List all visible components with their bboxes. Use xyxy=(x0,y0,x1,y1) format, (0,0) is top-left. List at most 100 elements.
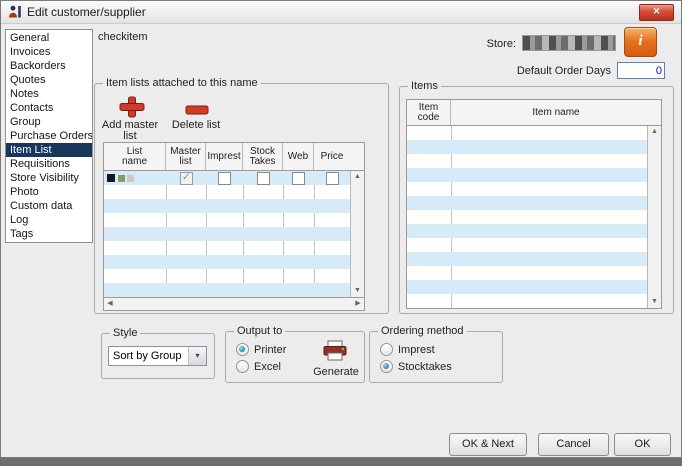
items-group-title: Items xyxy=(408,80,441,92)
sort-dropdown-value: Sort by Group xyxy=(113,350,181,362)
cancel-button[interactable]: Cancel xyxy=(538,433,609,456)
printer-radio-label: Printer xyxy=(254,344,286,356)
ordering-group-title: Ordering method xyxy=(378,325,467,337)
printer-radio[interactable]: Printer xyxy=(236,343,286,356)
master-list-checkbox[interactable] xyxy=(180,172,193,185)
printer-icon xyxy=(322,340,348,362)
sidebar-item-contacts[interactable]: Contacts xyxy=(6,101,92,115)
plus-icon xyxy=(119,96,145,118)
item-lists-groupbox: Item lists attached to this name Add mas… xyxy=(94,83,389,314)
sidebar-item-store-visibility[interactable]: Store Visibility xyxy=(6,171,92,185)
generate-label: Generate xyxy=(310,366,362,378)
col-stock-takes: Stock Takes xyxy=(243,143,283,170)
items-vertical-scrollbar[interactable]: ▲ ▼ xyxy=(647,126,661,308)
chevron-down-icon[interactable]: ▾ xyxy=(188,347,206,365)
col-master-list: Master list xyxy=(166,143,206,170)
empty-row xyxy=(104,283,350,297)
titlebar[interactable]: Edit customer/supplier ✕ xyxy=(1,1,681,24)
sidebar-item-custom-data[interactable]: Custom data xyxy=(6,199,92,213)
item-lists-table: List name Master list Imprest Stock Take… xyxy=(103,142,365,298)
sidebar-item-general[interactable]: General xyxy=(6,31,92,45)
price-checkbox[interactable] xyxy=(326,172,339,185)
radio-icon xyxy=(380,343,393,356)
sidebar-item-tags[interactable]: Tags xyxy=(6,227,92,241)
sidebar-item-quotes[interactable]: Quotes xyxy=(6,73,92,87)
web-checkbox[interactable] xyxy=(292,172,305,185)
lists-vertical-scrollbar[interactable]: ▲ ▼ xyxy=(350,171,364,297)
col-item-name: Item name xyxy=(451,100,661,125)
empty-row xyxy=(407,210,647,224)
empty-row xyxy=(104,199,350,213)
sidebar-item-item-list[interactable]: Item List xyxy=(6,143,92,157)
items-table-body xyxy=(407,126,647,308)
empty-row xyxy=(407,252,647,266)
scroll-up-icon[interactable]: ▲ xyxy=(648,126,661,138)
stocktakes-radio-label: Stocktakes xyxy=(398,361,452,373)
empty-row xyxy=(407,154,647,168)
print-button[interactable] xyxy=(322,340,350,362)
empty-row xyxy=(407,238,647,252)
master-list-row[interactable] xyxy=(104,171,350,185)
excel-radio[interactable]: Excel xyxy=(236,360,281,373)
default-order-days-input[interactable] xyxy=(617,62,665,79)
empty-row xyxy=(407,168,647,182)
empty-row xyxy=(104,227,350,241)
col-list-name: List name xyxy=(104,143,166,170)
window-title: Edit customer/supplier xyxy=(27,5,146,19)
scroll-down-icon[interactable]: ▼ xyxy=(648,296,661,308)
scroll-up-icon[interactable]: ▲ xyxy=(351,171,364,183)
radio-icon xyxy=(236,360,249,373)
empty-row xyxy=(407,224,647,238)
empty-row xyxy=(104,241,350,255)
sidebar-item-invoices[interactable]: Invoices xyxy=(6,45,92,59)
sidebar-item-backorders[interactable]: Backorders xyxy=(6,59,92,73)
empty-row xyxy=(407,182,647,196)
sidebar-item-notes[interactable]: Notes xyxy=(6,87,92,101)
ordering-groupbox: Ordering method Imprest Stocktakes xyxy=(369,331,503,383)
ok-button[interactable]: OK xyxy=(614,433,671,456)
empty-row xyxy=(407,266,647,280)
col-item-code: Item code xyxy=(407,100,451,125)
store-value-redacted xyxy=(522,35,616,51)
delete-list-button[interactable] xyxy=(185,102,209,112)
excel-radio-label: Excel xyxy=(254,361,281,373)
item-lists-group-title: Item lists attached to this name xyxy=(103,77,261,89)
sidebar-item-log[interactable]: Log xyxy=(6,213,92,227)
col-web: Web xyxy=(283,143,314,170)
empty-row xyxy=(104,185,350,199)
sidebar-item-purchase-orders[interactable]: Purchase Orders xyxy=(6,129,92,143)
imprest-checkbox[interactable] xyxy=(218,172,231,185)
info-button[interactable]: i xyxy=(624,27,657,57)
items-table: Item code Item name ▲ xyxy=(406,99,662,309)
stocktakes-radio[interactable]: Stocktakes xyxy=(380,360,452,373)
store-label: Store: xyxy=(459,38,516,50)
redacted-list-name xyxy=(107,174,115,182)
sidebar-item-requisitions[interactable]: Requisitions xyxy=(6,157,92,171)
sidebar-item-group[interactable]: Group xyxy=(6,115,92,129)
lists-horizontal-scrollbar[interactable]: ◀ ▶ xyxy=(103,298,365,311)
empty-row xyxy=(407,140,647,154)
default-order-days-label: Default Order Days xyxy=(479,65,611,77)
sidebar-item-photo[interactable]: Photo xyxy=(6,185,92,199)
stock-takes-checkbox[interactable] xyxy=(257,172,270,185)
style-group-title: Style xyxy=(110,327,140,339)
close-icon: ✕ xyxy=(653,6,661,16)
empty-row xyxy=(407,196,647,210)
app-icon xyxy=(7,4,23,20)
empty-row xyxy=(407,280,647,294)
output-groupbox: Output to Printer Excel Generate xyxy=(225,331,365,383)
scroll-left-icon[interactable]: ◀ xyxy=(104,298,116,309)
empty-row xyxy=(104,255,350,269)
scroll-down-icon[interactable]: ▼ xyxy=(351,285,364,297)
close-button[interactable]: ✕ xyxy=(639,4,674,21)
item-lists-table-header: List name Master list Imprest Stock Take… xyxy=(104,143,364,171)
minus-icon xyxy=(185,105,209,115)
imprest-radio[interactable]: Imprest xyxy=(380,343,435,356)
add-master-list-button[interactable] xyxy=(119,96,145,118)
radio-icon xyxy=(380,360,393,373)
add-master-list-label: Add master list xyxy=(99,120,161,142)
scroll-right-icon[interactable]: ▶ xyxy=(352,298,364,309)
sort-dropdown[interactable]: Sort by Group ▾ xyxy=(108,346,207,366)
ok-next-button[interactable]: OK & Next xyxy=(449,433,527,456)
edit-customer-supplier-dialog: Edit customer/supplier ✕ General Invoice… xyxy=(0,0,682,458)
